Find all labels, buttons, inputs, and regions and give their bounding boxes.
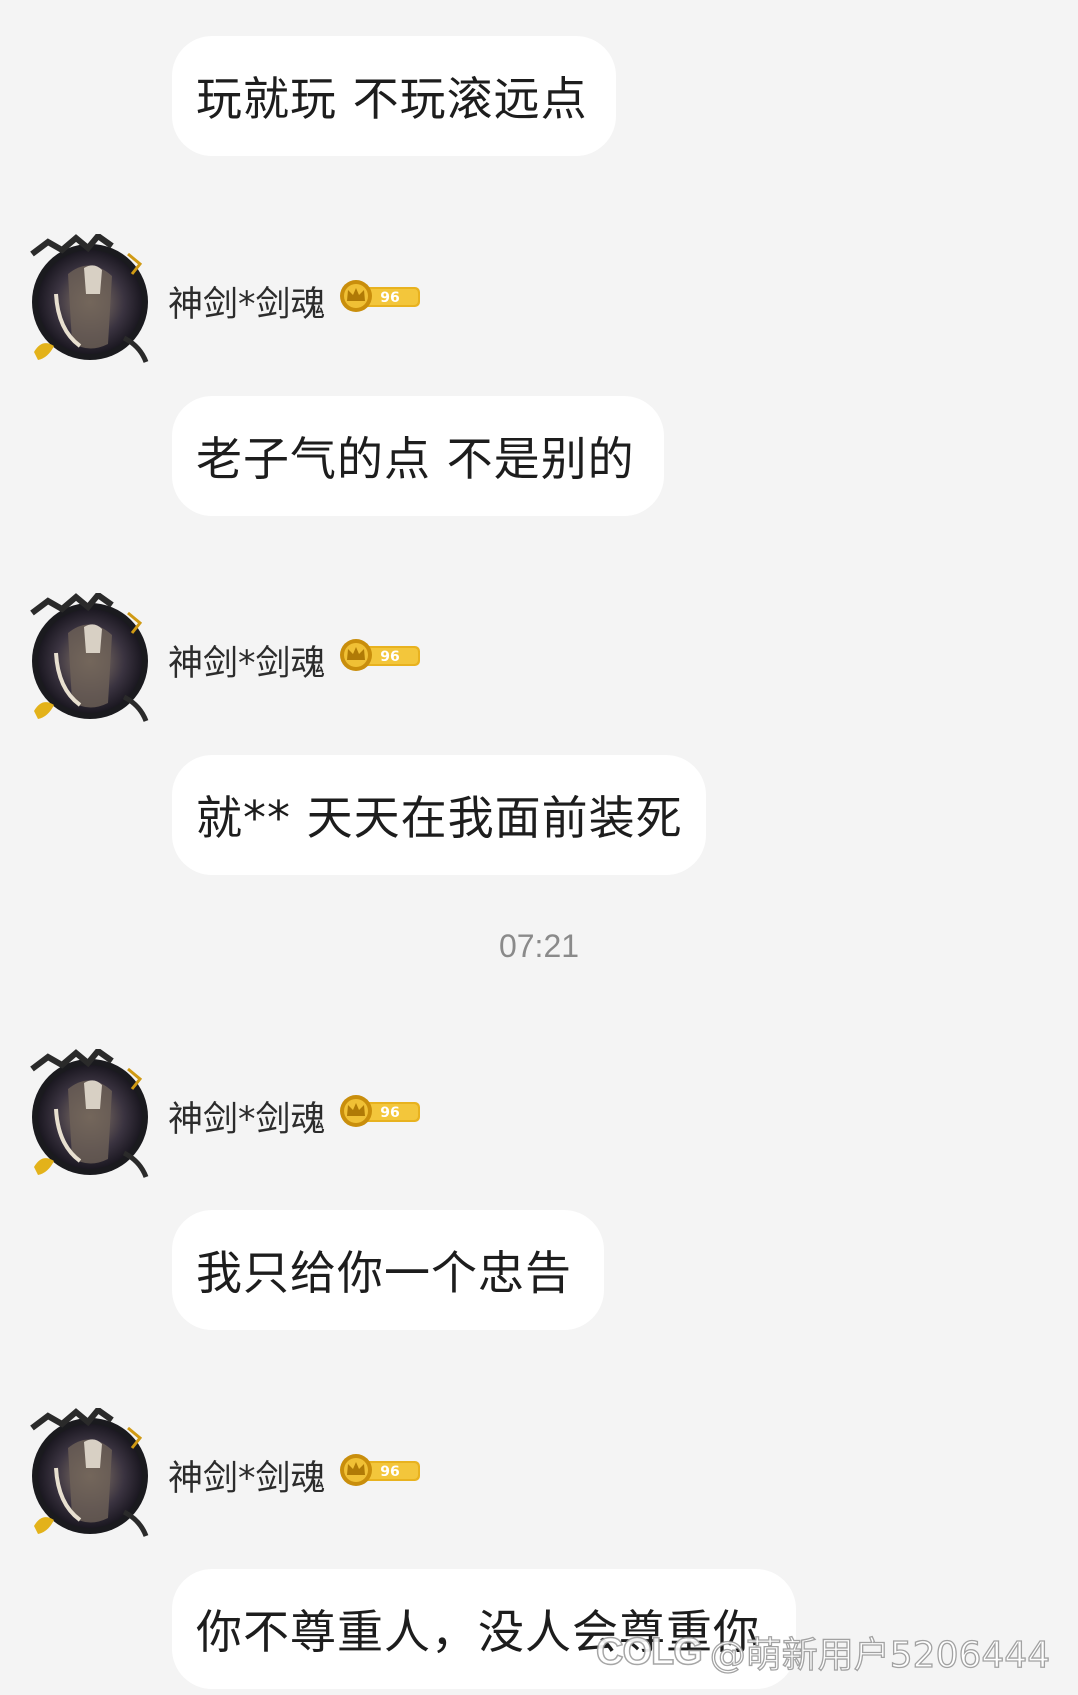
sender-name[interactable]: 神剑*剑魂 bbox=[168, 1450, 326, 1501]
sender-header: 神剑*剑魂 96 bbox=[26, 234, 486, 374]
message-text: 我只给你一个忠告 bbox=[196, 1246, 572, 1300]
sender-header: 神剑*剑魂 96 bbox=[26, 593, 486, 733]
sender-header: 神剑*剑魂 96 bbox=[26, 1408, 486, 1548]
avatar-image bbox=[30, 1049, 149, 1178]
chat-view: 玩就玩 不玩滚远点 神剑*剑魂 96 老子气的点 不是别的 神剑*剑魂 96 就… bbox=[0, 0, 1078, 1695]
message-text: 玩就玩 不玩滚远点 bbox=[196, 72, 588, 126]
sender-name[interactable]: 神剑*剑魂 bbox=[168, 635, 326, 686]
avatar[interactable] bbox=[28, 1408, 152, 1542]
cropped-header-fragment bbox=[62, 0, 112, 6]
message-timestamp: 07:21 bbox=[498, 928, 580, 964]
sender-name[interactable]: 神剑*剑魂 bbox=[168, 1091, 326, 1142]
avatar[interactable] bbox=[28, 1049, 152, 1183]
sender-name[interactable]: 神剑*剑魂 bbox=[168, 276, 326, 327]
crown-level-badge-icon: 96 bbox=[334, 1093, 424, 1129]
watermark-logo: COLG bbox=[595, 1630, 703, 1674]
message-text: 老子气的点 不是别的 bbox=[196, 432, 635, 486]
level-number: 96 bbox=[380, 1464, 399, 1480]
avatar[interactable] bbox=[28, 234, 152, 368]
crown-level-badge-icon: 96 bbox=[334, 637, 424, 673]
level-number: 96 bbox=[380, 290, 399, 306]
message-bubble[interactable]: 玩就玩 不玩滚远点 bbox=[172, 36, 616, 156]
message-bubble[interactable]: 就** 天天在我面前装死 bbox=[172, 755, 706, 875]
avatar[interactable] bbox=[28, 593, 152, 727]
message-bubble[interactable]: 老子气的点 不是别的 bbox=[172, 396, 664, 516]
message-text: 就** 天天在我面前装死 bbox=[196, 791, 683, 845]
avatar-image bbox=[30, 1408, 149, 1537]
watermark-text: @萌新用户5206444 bbox=[709, 1634, 1051, 1676]
watermark: COLG @萌新用户5206444 bbox=[595, 1626, 1051, 1678]
level-number: 96 bbox=[380, 649, 399, 665]
crown-level-badge-icon: 96 bbox=[334, 1452, 424, 1488]
avatar-image bbox=[30, 593, 149, 722]
message-bubble[interactable]: 我只给你一个忠告 bbox=[172, 1210, 604, 1330]
level-number: 96 bbox=[380, 1105, 399, 1121]
crown-level-badge-icon: 96 bbox=[334, 278, 424, 314]
sender-header: 神剑*剑魂 96 bbox=[26, 1049, 486, 1189]
avatar-image bbox=[30, 234, 149, 363]
